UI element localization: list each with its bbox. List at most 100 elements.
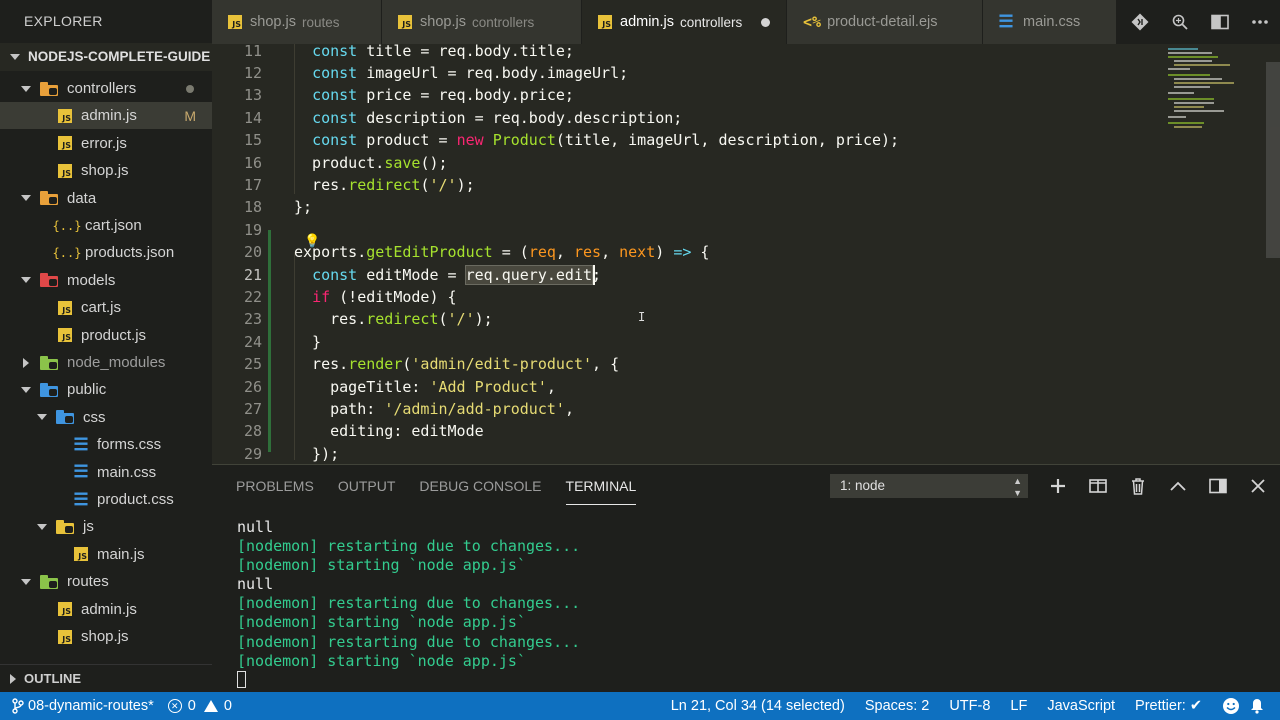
code-line[interactable]: 28 editing: editMode: [212, 420, 1262, 442]
code-token: editing: editMode: [294, 422, 484, 441]
minimap[interactable]: [1164, 44, 1260, 134]
git-compare-icon[interactable]: [1120, 0, 1160, 44]
minimap-line: [1174, 86, 1210, 88]
code-line[interactable]: 19: [212, 219, 1262, 241]
code-token: ,: [555, 243, 574, 262]
code-line[interactable]: 21 const editMode = req.query.edit;: [212, 264, 1262, 286]
terminal-output[interactable]: null [nodemon] restarting due to changes.…: [237, 518, 580, 690]
project-header[interactable]: NODEJS-COMPLETE-GUIDE: [0, 43, 212, 71]
panel-tab-problems[interactable]: PROBLEMS: [236, 465, 314, 507]
editor-scrollbar[interactable]: [1266, 62, 1280, 258]
tree-file-admin-js[interactable]: JS admin.js: [0, 596, 212, 623]
code-line[interactable]: 13 const price = req.body.price;: [212, 84, 1262, 106]
code-line[interactable]: 29 });: [212, 443, 1262, 464]
panel-tab-debug-console[interactable]: DEBUG CONSOLE: [419, 465, 541, 507]
code-line[interactable]: 17 res.redirect('/');: [212, 174, 1262, 196]
code-text: const product = new Product(title, image…: [294, 129, 899, 151]
css-file-icon: ☰: [998, 12, 1014, 32]
open-preview-icon[interactable]: [1160, 0, 1200, 44]
file-tree: controllers JS admin.js M JS error.js JS shop.j…: [0, 71, 212, 681]
tab-admin-js[interactable]: JS admin.js controllers: [582, 0, 787, 44]
indentation[interactable]: Spaces: 2: [865, 698, 930, 714]
close-panel-icon[interactable]: [1238, 465, 1278, 507]
code-line[interactable]: 23 res.redirect('/');: [212, 308, 1262, 330]
tab-product-detail-ejs[interactable]: <% product-detail.ejs: [787, 0, 983, 44]
code-line[interactable]: 16 product.save();: [212, 152, 1262, 174]
prettier-status[interactable]: Prettier: ✔: [1135, 698, 1202, 714]
notifications-bell-icon[interactable]: [1250, 698, 1264, 714]
code-line[interactable]: 14 const description = req.body.descript…: [212, 107, 1262, 129]
tree-folder-routes[interactable]: routes: [0, 568, 212, 595]
minimap-line: [1168, 116, 1186, 118]
line-number: 29: [243, 444, 262, 463]
tree-folder-node-modules[interactable]: node_modules: [0, 349, 212, 376]
maximize-panel-chevron-up-icon[interactable]: [1158, 465, 1198, 507]
tree-file-products-json[interactable]: {..} products.json: [0, 239, 212, 266]
language-mode[interactable]: JavaScript: [1047, 698, 1115, 714]
tree-file-shop-js[interactable]: JS shop.js: [0, 157, 212, 184]
code-text: res.redirect('/');: [294, 174, 475, 196]
problems-indicator[interactable]: ✕ 0 0: [167, 698, 232, 714]
unsaved-dot-icon[interactable]: [761, 18, 770, 27]
code-line[interactable]: 22 if (!editMode) {: [212, 286, 1262, 308]
code-line[interactable]: 15 const product = new Product(title, im…: [212, 129, 1262, 151]
tree-folder-css[interactable]: css: [0, 404, 212, 431]
cursor-position[interactable]: Ln 21, Col 34 (14 selected): [671, 698, 845, 714]
tree-file-error-js[interactable]: JS error.js: [0, 130, 212, 157]
terminal-select[interactable]: 1: node ▲ ▼: [830, 474, 1028, 498]
new-terminal-plus-icon[interactable]: [1038, 465, 1078, 507]
terminal-prompt[interactable]: [237, 670, 580, 690]
tree-file-main-js[interactable]: JS main.js: [0, 541, 212, 568]
code-line[interactable]: 18};: [212, 196, 1262, 218]
code-line[interactable]: 12 const imageUrl = req.body.imageUrl;: [212, 62, 1262, 84]
outline-section[interactable]: OUTLINE: [0, 664, 212, 692]
tab-shop-js[interactable]: JS shop.js controllers: [382, 0, 582, 44]
end-of-line[interactable]: LF: [1010, 698, 1027, 714]
code-token: description = req.body.description;: [357, 108, 683, 127]
tree-file-shop-js[interactable]: JS shop.js: [0, 623, 212, 650]
code-line[interactable]: 24 }: [212, 331, 1262, 353]
line-number: 25: [243, 355, 262, 374]
encoding[interactable]: UTF-8: [949, 698, 990, 714]
line-number: 17: [243, 175, 262, 194]
tab-main-css[interactable]: ☰ main.css: [983, 0, 1117, 44]
tree-file-forms-css[interactable]: ☰ forms.css: [0, 431, 212, 458]
code-token: getEditProduct: [366, 243, 493, 262]
trash-icon[interactable]: [1118, 465, 1158, 507]
split-editor-icon[interactable]: [1200, 0, 1240, 44]
tree-file-product-css[interactable]: ☰ product.css: [0, 486, 212, 513]
tab-shop-js[interactable]: JS shop.js routes: [212, 0, 382, 44]
tree-folder-public[interactable]: public: [0, 376, 212, 403]
tree-file-cart-json[interactable]: {..} cart.json: [0, 212, 212, 239]
tree-file-admin-js[interactable]: JS admin.js M: [0, 102, 212, 130]
chevron-down-icon: [20, 277, 32, 284]
tree-folder-js[interactable]: js: [0, 513, 212, 540]
chevron-down-icon: [36, 523, 48, 530]
tree-item-label: forms.css: [97, 436, 162, 454]
code-line[interactable]: 20 exports.getEditProduct = (req, res, ne…: [212, 241, 1262, 263]
editor-actions: [1120, 0, 1280, 44]
split-terminal-icon[interactable]: [1078, 465, 1118, 507]
panel-tab-output[interactable]: OUTPUT: [338, 465, 396, 507]
panel-tab-terminal[interactable]: TERMINAL: [565, 465, 636, 507]
feedback-smiley-icon[interactable]: [1222, 697, 1240, 715]
minimap-line: [1174, 102, 1214, 104]
code-line[interactable]: 27 path: '/admin/add-product',: [212, 398, 1262, 420]
more-actions-icon[interactable]: [1240, 0, 1280, 44]
tree-file-main-css[interactable]: ☰ main.css: [0, 459, 212, 486]
code-line[interactable]: 11 const title = req.body.title;: [212, 44, 1262, 62]
code-editor[interactable]: 💡 11 const title = req.body.title; 12 con…: [212, 44, 1280, 464]
tree-folder-data[interactable]: data: [0, 185, 212, 212]
tree-file-cart-js[interactable]: JS cart.js: [0, 294, 212, 321]
toggle-panel-position-icon[interactable]: [1198, 465, 1238, 507]
tree-folder-models[interactable]: models: [0, 267, 212, 294]
code-line[interactable]: 26 pageTitle: 'Add Product',: [212, 376, 1262, 398]
line-number: 20: [243, 243, 262, 262]
tree-folder-controllers[interactable]: controllers: [0, 75, 212, 102]
branch-indicator[interactable]: 08-dynamic-routes*: [12, 698, 154, 714]
tree-file-product-js[interactable]: JS product.js: [0, 322, 212, 349]
code-line[interactable]: 25 res.render('admin/edit-product', {: [212, 353, 1262, 375]
code-token: title = req.body.title;: [357, 44, 574, 60]
